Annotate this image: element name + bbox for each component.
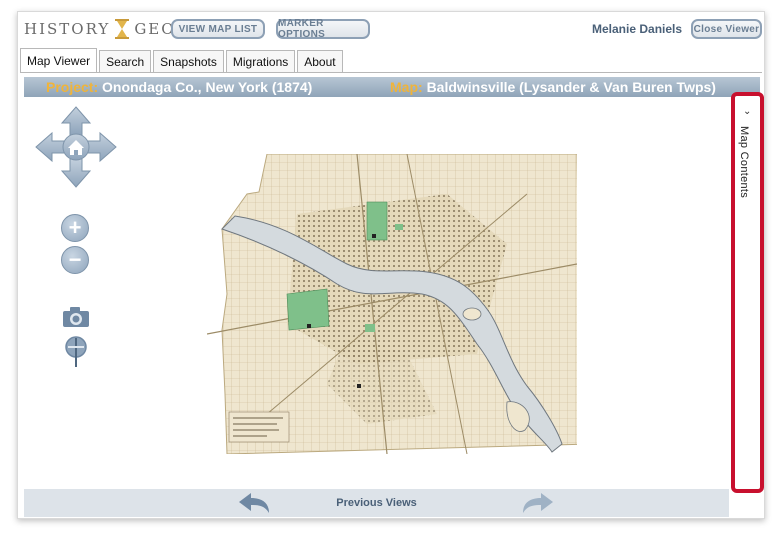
hourglass-icon <box>115 19 130 39</box>
map-contents-label[interactable]: Map Contents <box>738 126 750 198</box>
project-bar: Project: Onondaga Co., New York (1874) M… <box>24 77 760 97</box>
zoom-out-button[interactable]: − <box>61 246 89 274</box>
pan-arrows-icon[interactable] <box>34 105 118 189</box>
zoom-in-button[interactable]: + <box>61 214 89 242</box>
previous-views-label: Previous Views <box>336 497 417 509</box>
tab-migrations[interactable]: Migrations <box>225 50 296 72</box>
tab-map-viewer[interactable]: Map Viewer <box>20 48 98 72</box>
map-info: Map: Baldwinsville (Lysander & Van Buren… <box>390 79 716 95</box>
historic-map-image[interactable] <box>207 154 577 454</box>
logo-text-left: HISTORY <box>24 20 111 38</box>
tab-search[interactable]: Search <box>99 50 152 72</box>
logo-text-right: GEO <box>134 20 176 38</box>
forward-arrow-icon[interactable] <box>521 492 555 514</box>
project-label: Project: <box>46 79 99 95</box>
marker-options-button[interactable]: MARKER OPTIONS <box>276 18 370 40</box>
map-viewport[interactable]: + − <box>24 98 729 488</box>
chevron-down-icon[interactable]: ⌄ <box>743 106 751 117</box>
view-map-list-button[interactable]: VIEW MAP LIST <box>171 19 265 39</box>
map-contents-panel[interactable]: ⌄ Map Contents <box>731 92 764 493</box>
viewer-window: HISTORY GEO VIEW MAP LIST MARKER OPTIONS… <box>17 11 765 519</box>
tab-bar: Map Viewer Search Snapshots Migrations A… <box>20 48 345 72</box>
tab-about[interactable]: About <box>297 50 343 72</box>
pin-icon[interactable] <box>64 336 88 368</box>
tab-snapshots[interactable]: Snapshots <box>153 50 224 72</box>
close-viewer-button[interactable]: Close Viewer <box>691 19 762 39</box>
back-arrow-icon[interactable] <box>237 492 271 514</box>
previous-views-bar: Previous Views <box>24 489 729 517</box>
project-info: Project: Onondaga Co., New York (1874) <box>46 79 312 95</box>
map-value: Baldwinsville (Lysander & Van Buren Twps… <box>426 79 716 95</box>
tab-divider <box>20 72 762 73</box>
historygeo-logo: HISTORY GEO <box>24 18 176 40</box>
map-label: Map: <box>390 79 423 95</box>
camera-icon[interactable] <box>62 306 90 328</box>
project-value: Onondaga Co., New York (1874) <box>102 79 313 95</box>
user-name: Melanie Daniels <box>592 22 683 36</box>
